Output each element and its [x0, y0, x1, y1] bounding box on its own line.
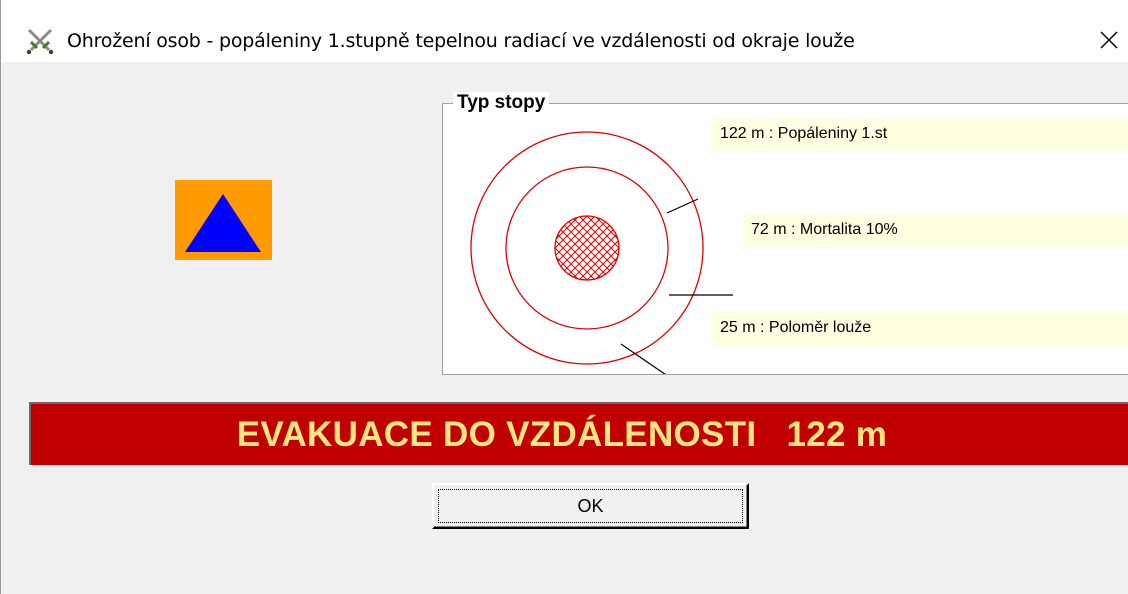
ok-button-label: OK [438, 489, 743, 523]
leader-line-burns [666, 198, 699, 214]
zone-label-burns: 122 m : Popáleniny 1.st [712, 118, 1128, 152]
close-button[interactable] [1089, 22, 1128, 58]
ok-button[interactable]: OK [432, 483, 749, 529]
evacuation-text: EVAKUACE DO VZDÁLENOSTI 122 m [236, 414, 888, 454]
dialog-window: Ohrožení osob - popáleniny 1.stupně tepe… [0, 0, 1128, 594]
zone-pool-hatched [554, 215, 620, 281]
zone-label-pool-radius: 25 m : Poloměr louže [712, 312, 1128, 346]
civil-protection-sign-icon [175, 180, 272, 260]
dialog-client-area: Typ stopy 122 m : Popáleniny 1.st 72 m :… [1, 62, 1128, 594]
close-icon [1100, 31, 1118, 49]
title-bar[interactable]: Ohrožení osob - popáleniny 1.stupně tepe… [1, 0, 1128, 62]
evacuation-banner: EVAKUACE DO VZDÁLENOSTI 122 m [29, 402, 1128, 465]
leader-line-pool [620, 343, 666, 374]
crossed-swords-icon [26, 28, 54, 55]
window-title: Ohrožení osob - popáleniny 1.stupně tepe… [67, 30, 855, 52]
zone-label-mortality: 72 m : Mortalita 10% [743, 214, 1128, 248]
